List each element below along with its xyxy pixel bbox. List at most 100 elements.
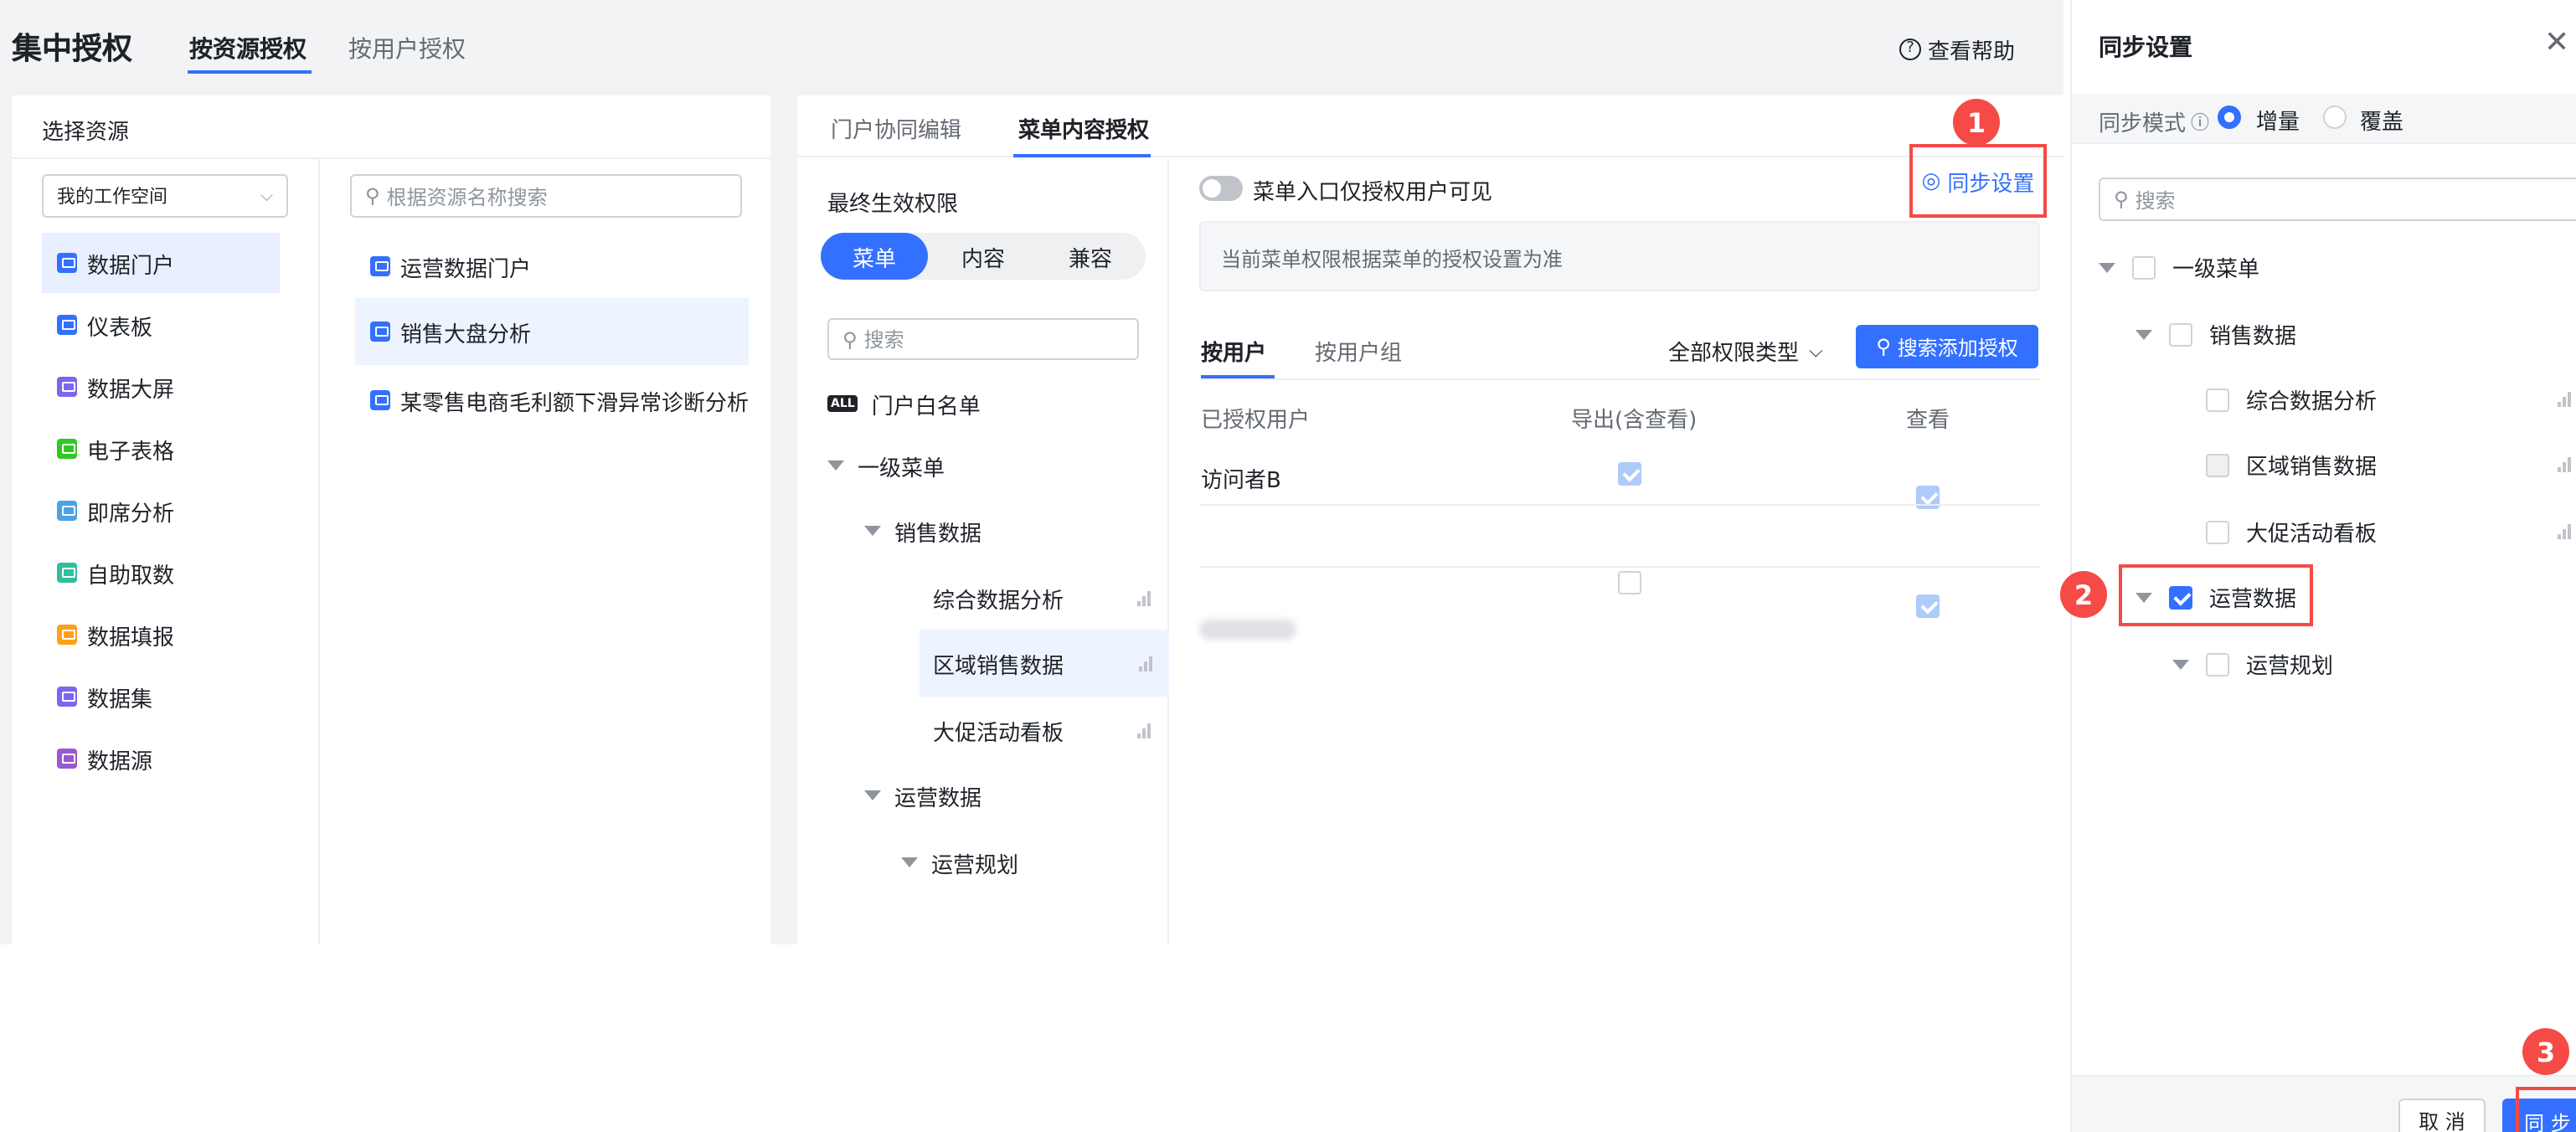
- node-checkbox[interactable]: [2206, 652, 2229, 676]
- tree-node-sales[interactable]: 销售数据: [864, 497, 1166, 564]
- search-placeholder: 根据资源名称搜索: [386, 185, 548, 208]
- sidebar-item-label: 自助取数: [87, 563, 175, 589]
- step-badge-2: 2: [2060, 571, 2107, 618]
- tab-by-resource[interactable]: 按资源授权: [189, 32, 307, 65]
- tree-label: 大促活动看板: [2246, 522, 2378, 548]
- resource-item[interactable]: 运营数据门户: [355, 233, 749, 300]
- tree-node-ops-plan[interactable]: 运营规划: [901, 829, 1166, 896]
- sync-icon: ◎: [1921, 168, 1941, 193]
- radio-overwrite[interactable]: [2323, 105, 2347, 129]
- sidebar-item[interactable]: 数据大屏: [42, 357, 280, 417]
- sidebar-item[interactable]: 电子表格: [42, 419, 280, 479]
- radio-overwrite-label: 覆盖: [2360, 111, 2404, 136]
- segment-content[interactable]: 内容: [930, 233, 1037, 280]
- tree-node-item-selected[interactable]: 区域销售数据: [920, 630, 1169, 697]
- resource-panel-title: 选择资源: [42, 121, 130, 146]
- sidebar-item[interactable]: 仪表板: [42, 295, 280, 355]
- visibility-toggle[interactable]: [1199, 176, 1243, 201]
- divider: [12, 157, 770, 159]
- search-icon: ⚲: [365, 184, 380, 208]
- sidebar-item-label: 数据门户: [87, 254, 175, 279]
- highlight-box: [2516, 1087, 2576, 1132]
- caret-down-icon: [901, 857, 918, 867]
- node-checkbox[interactable]: [2169, 322, 2192, 346]
- spreadsheet-icon: [57, 439, 77, 459]
- radio-incremental[interactable]: [2218, 105, 2241, 129]
- drawer-tree-ops-plan[interactable]: 运营规划: [2172, 631, 2333, 697]
- panel-tabs: [797, 95, 2063, 157]
- drawer-tree-item[interactable]: 区域销售数据: [2206, 432, 2571, 497]
- tab-by-user-group[interactable]: 按用户组: [1315, 335, 1402, 367]
- workspace-value: 我的工作空间: [57, 186, 167, 208]
- sync-settings-link[interactable]: ◎ 同步设置: [1909, 144, 2047, 218]
- toggle-label: 菜单入口仅授权用户可见: [1253, 181, 1493, 206]
- drawer-tree-level1[interactable]: 一级菜单: [2099, 234, 2259, 300]
- resource-item[interactable]: 某零售电商毛利额下滑异常诊断分析: [355, 367, 749, 434]
- tree-node-ops[interactable]: 运营数据: [864, 762, 1166, 829]
- resource-label: 运营数据门户: [400, 257, 532, 282]
- add-button-label: 搜索添加授权: [1897, 336, 2018, 359]
- node-checkbox[interactable]: [2132, 255, 2156, 279]
- export-checkbox[interactable]: [1618, 571, 1641, 594]
- tree-label: 一级菜单: [2172, 258, 2260, 283]
- segment-compatible[interactable]: 兼容: [1037, 233, 1144, 280]
- workspace-select[interactable]: 我的工作空间 ⌵: [42, 174, 288, 218]
- search-add-auth-button[interactable]: ⚲ 搜索添加授权: [1856, 325, 2038, 368]
- tree-node-item[interactable]: 大促活动看板: [920, 697, 1167, 764]
- drawer-tree-sales[interactable]: 销售数据: [2136, 301, 2296, 367]
- drawer-footer: [2072, 1075, 2576, 1132]
- dataset-icon: [57, 687, 77, 707]
- node-checkbox-checked[interactable]: [2169, 585, 2192, 609]
- sync-mode-label: 同步模式 ⓘ: [2099, 105, 2209, 137]
- resource-item-selected[interactable]: 销售大盘分析: [355, 298, 749, 365]
- help-link[interactable]: ? 查看帮助: [1899, 33, 2015, 65]
- node-checkbox[interactable]: [2206, 388, 2229, 411]
- drawer-tree-ops[interactable]: 运营数据: [2136, 564, 2296, 630]
- drawer-title: 同步设置: [2099, 35, 2192, 62]
- tree-node-item[interactable]: 综合数据分析: [920, 564, 1167, 631]
- drawer-tree-item[interactable]: 综合数据分析: [2206, 367, 2571, 432]
- sidebar-item[interactable]: 数据源: [42, 728, 280, 789]
- row-divider: [1199, 566, 2040, 568]
- info-box: 当前菜单权限根据菜单的授权设置为准: [1199, 221, 2040, 291]
- tab-by-user[interactable]: 按用户授权: [348, 32, 466, 65]
- tree-label: 销售数据: [2209, 325, 2297, 350]
- tree-label: 运营规划: [931, 853, 1019, 878]
- view-checkbox[interactable]: [1916, 594, 1940, 618]
- permission-type-dropdown[interactable]: 全部权限类型 ⌵: [1668, 335, 1823, 367]
- tree-search-input[interactable]: ⚲ 搜索: [827, 318, 1139, 360]
- sidebar-item-label: 数据集: [87, 687, 153, 713]
- segment-menu[interactable]: 菜单: [821, 233, 928, 280]
- tree-node-whitelist[interactable]: ALL 门户白名单: [827, 370, 1162, 437]
- all-badge-icon: ALL: [827, 395, 858, 412]
- tree-node-level1[interactable]: 一级菜单: [827, 432, 1162, 499]
- sidebar-item[interactable]: 数据集: [42, 666, 280, 727]
- caret-down-icon: [2136, 329, 2152, 339]
- cancel-button[interactable]: 取 消: [2398, 1099, 2486, 1132]
- chart-bars-icon: [1137, 590, 1151, 605]
- column-header-export: 导出(含查看): [1571, 409, 1698, 434]
- sidebar-item[interactable]: 即席分析: [42, 481, 280, 541]
- tab-by-user-sub[interactable]: 按用户: [1201, 335, 1266, 367]
- close-icon[interactable]: ✕: [2544, 25, 2569, 60]
- selfservice-icon: [57, 563, 77, 583]
- tree-label: 综合数据分析: [933, 589, 1064, 614]
- radio-incremental-label: 增量: [2256, 111, 2300, 136]
- datasource-icon: [57, 749, 77, 769]
- tab-portal-collab[interactable]: 门户协同编辑: [831, 112, 961, 144]
- sidebar-item[interactable]: 自助取数: [42, 543, 280, 603]
- dashboard-icon: [57, 315, 77, 335]
- sidebar-item[interactable]: 数据填报: [42, 605, 280, 665]
- drawer-tree-item[interactable]: 大促活动看板: [2206, 499, 2571, 564]
- permission-segmented-control: 菜单 内容 兼容: [821, 233, 1146, 280]
- resource-label: 销售大盘分析: [400, 322, 532, 347]
- resource-search-input[interactable]: ⚲ 根据资源名称搜索: [350, 174, 742, 218]
- export-checkbox[interactable]: [1618, 462, 1641, 486]
- portal-icon: [370, 390, 390, 410]
- search-placeholder: 搜索: [2135, 188, 2176, 212]
- sidebar-item[interactable]: 数据门户: [42, 233, 280, 293]
- tab-menu-content-auth[interactable]: 菜单内容授权: [1018, 112, 1149, 144]
- node-checkbox[interactable]: [2206, 520, 2229, 543]
- drawer-search-input[interactable]: ⚲ 搜索: [2099, 178, 2576, 221]
- help-label: 查看帮助: [1928, 40, 2016, 65]
